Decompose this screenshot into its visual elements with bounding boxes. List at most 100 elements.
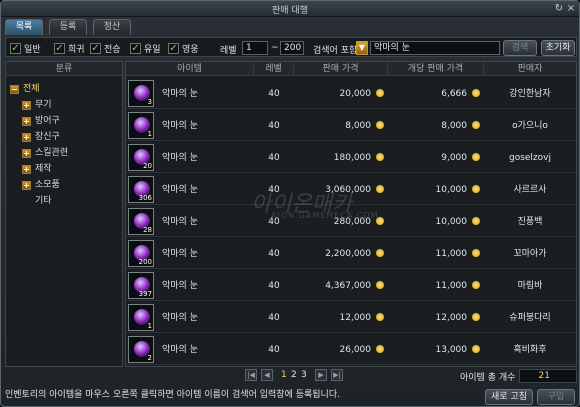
column-seller[interactable]: 판매자	[484, 62, 576, 76]
kinah-coin-icon	[472, 313, 480, 321]
item-name: 악마의 눈	[162, 153, 198, 163]
unit-price: 6,666	[441, 89, 467, 99]
category-weapons[interactable]: + 무기	[22, 98, 52, 112]
expand-icon[interactable]: +	[22, 164, 31, 174]
kinah-coin-icon	[472, 249, 480, 257]
price-cell: 12,000	[294, 312, 384, 324]
category-armor[interactable]: + 방어구	[22, 114, 60, 128]
search-button[interactable]: 검색	[503, 40, 537, 56]
item-name: 악마의 눈	[162, 345, 198, 355]
search-mode-dropdown[interactable]: ▼	[356, 41, 368, 55]
refresh-icon[interactable]: ↻	[553, 3, 565, 15]
filter-unique[interactable]: ✓ 유일	[130, 42, 161, 55]
reset-button[interactable]: 초기화	[541, 40, 575, 56]
last-page-icon[interactable]: ▶|	[331, 369, 343, 381]
kinah-coin-icon	[472, 121, 480, 129]
item-quantity: 397	[138, 290, 152, 298]
category-consumables[interactable]: + 소모품	[22, 178, 60, 192]
item-slot[interactable]: 3	[128, 80, 154, 107]
table-row[interactable]: 20 악마의 눈 40 180,000 9,000 goselzovj	[126, 142, 576, 173]
expand-icon[interactable]: +	[22, 100, 31, 110]
title-bar[interactable]: 판매 대행 ↻ ×	[1, 1, 579, 17]
column-item[interactable]: 아이템	[126, 62, 254, 76]
filter-rare[interactable]: ✓ 희귀	[54, 42, 85, 55]
table-row[interactable]: 397 악마의 눈 40 4,367,000 11,000 마림바	[126, 270, 576, 301]
kinah-coin-icon	[376, 345, 384, 353]
consignment-window: 판매 대행 ↻ × 목록 등록 정산 ✓ 일반 ✓ 희귀 ✓ 전승 ✓ 유일 ✓…	[0, 0, 580, 407]
checkbox-checked-icon[interactable]: ✓	[54, 42, 65, 54]
table-header: 아이템 레벨 판매 가격 개당 판매 가격 판매자	[126, 62, 576, 76]
seller-name: goselzovj	[508, 153, 551, 163]
category-all[interactable]: − 전체	[10, 82, 40, 96]
category-misc[interactable]: 기타	[35, 194, 52, 208]
search-mode-label: 검색어 포함	[313, 46, 358, 56]
expand-icon[interactable]: +	[22, 132, 31, 142]
expand-icon[interactable]: +	[22, 148, 31, 158]
column-price[interactable]: 판매 가격	[294, 62, 388, 76]
unit-price-cell: 6,666	[388, 88, 480, 100]
item-name: 악마의 눈	[162, 185, 198, 195]
item-slot[interactable]: 1	[128, 304, 154, 331]
level-separator: ~	[271, 43, 279, 53]
expand-icon[interactable]: +	[22, 116, 31, 126]
prev-page-icon[interactable]: ◀	[261, 369, 273, 381]
refresh-button[interactable]: 새로 고침	[485, 389, 533, 405]
column-unit-price[interactable]: 개당 판매 가격	[388, 62, 484, 76]
category-accessories[interactable]: + 장신구	[22, 130, 60, 144]
checkbox-checked-icon[interactable]: ✓	[10, 42, 21, 54]
search-input[interactable]: 악마의 눈	[370, 41, 500, 55]
price-cell: 20,000	[294, 88, 384, 100]
expand-icon[interactable]: +	[22, 180, 31, 190]
table-row[interactable]: 2 악마의 눈 40 26,000 13,000 흑비화후	[126, 334, 576, 365]
unit-price-cell: 12,000	[388, 312, 480, 324]
tab-settlement[interactable]: 정산	[93, 19, 131, 35]
kinah-coin-icon	[376, 281, 384, 289]
next-page-icon[interactable]: ▶	[315, 369, 327, 381]
item-slot[interactable]: 28	[128, 208, 154, 235]
level-max-input[interactable]: 200	[280, 41, 304, 55]
table-row[interactable]: 3 악마의 눈 40 20,000 6,666 강인한남자	[126, 78, 576, 109]
unit-price: 10,000	[435, 185, 468, 195]
item-slot[interactable]: 306	[128, 176, 154, 203]
page-1[interactable]: 1	[281, 370, 287, 380]
unit-price-cell: 10,000	[388, 184, 480, 196]
filter-normal[interactable]: ✓ 일반	[10, 42, 41, 55]
item-quantity: 200	[138, 258, 152, 266]
checkbox-checked-icon[interactable]: ✓	[90, 42, 101, 54]
filter-legendary-label: 전승	[104, 44, 121, 55]
page-2[interactable]: 2	[291, 370, 297, 380]
item-slot[interactable]: 20	[128, 144, 154, 171]
item-slot[interactable]: 200	[128, 240, 154, 267]
item-slot[interactable]: 397	[128, 272, 154, 299]
first-page-icon[interactable]: |◀	[245, 369, 257, 381]
item-name: 악마의 눈	[162, 121, 198, 131]
collapse-icon[interactable]: −	[10, 84, 19, 94]
filter-legendary[interactable]: ✓ 전승	[90, 42, 121, 55]
table-row[interactable]: 1 악마의 눈 40 8,000 8,000 o가으니o	[126, 110, 576, 141]
category-crafting[interactable]: + 제작	[22, 162, 52, 176]
unit-price-cell: 10,000	[388, 216, 480, 228]
level-min-input[interactable]: 1	[242, 41, 268, 55]
item-level: 40	[268, 153, 280, 163]
kinah-coin-icon	[376, 121, 384, 129]
tab-register[interactable]: 등록	[49, 19, 87, 35]
page-3[interactable]: 3	[301, 370, 307, 380]
tab-list[interactable]: 목록	[5, 19, 43, 35]
category-panel: 분류 − 전체 + 무기 + 방어구 + 장신구 + 스킬관련 + 제작 + 소…	[5, 61, 123, 367]
checkbox-checked-icon[interactable]: ✓	[168, 42, 179, 54]
category-skill[interactable]: + 스킬관련	[22, 146, 68, 160]
item-slot[interactable]: 1	[128, 112, 154, 139]
filter-heroic[interactable]: ✓ 영웅	[168, 42, 199, 55]
unit-price: 9,000	[441, 153, 467, 163]
filter-unique-label: 유일	[144, 44, 161, 55]
close-icon[interactable]: ×	[565, 3, 577, 15]
kinah-coin-icon	[376, 153, 384, 161]
item-slot[interactable]: 2	[128, 336, 154, 363]
checkbox-checked-icon[interactable]: ✓	[130, 42, 141, 54]
table-row[interactable]: 1 악마의 눈 40 12,000 12,000 슈퍼붕다리	[126, 302, 576, 333]
buy-button[interactable]: 구입	[537, 389, 575, 405]
column-level[interactable]: 레벨	[254, 62, 294, 76]
unit-price-cell: 9,000	[388, 152, 480, 164]
unit-price-cell: 13,000	[388, 344, 480, 356]
table-row[interactable]: 200 악마의 눈 40 2,200,000 11,000 꼬마아가	[126, 238, 576, 269]
